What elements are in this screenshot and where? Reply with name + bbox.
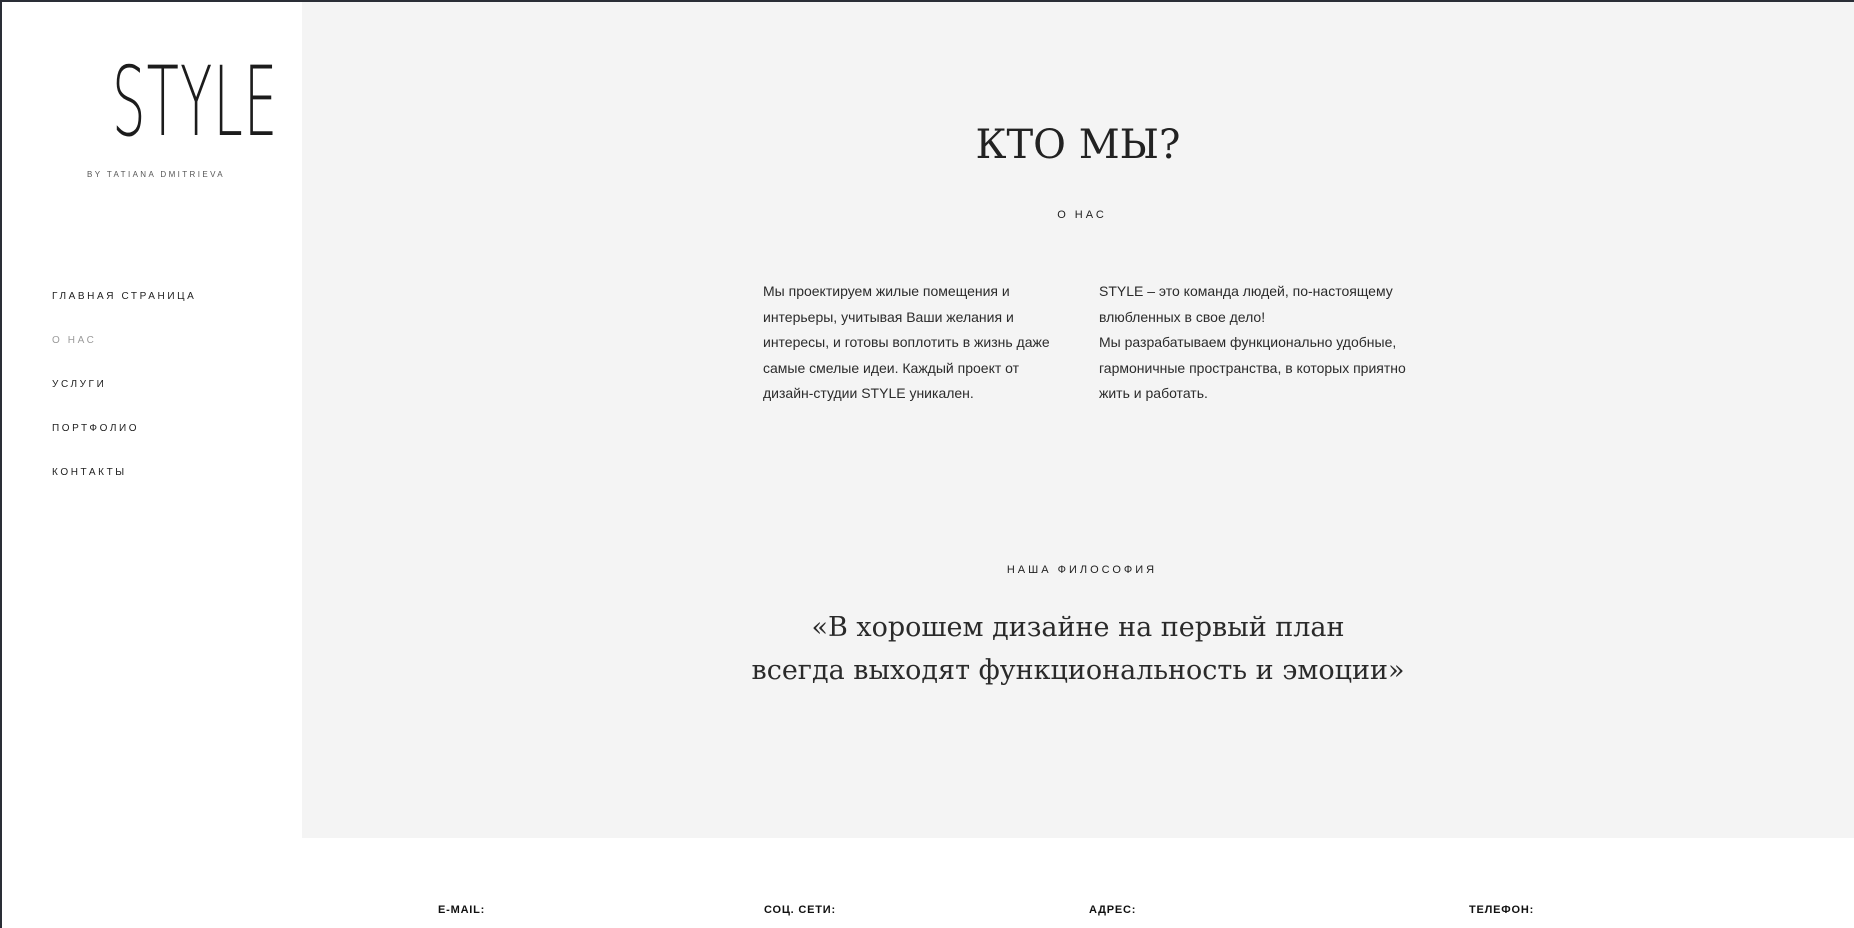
about-text-left: Мы проектируем жилые помещения и интерье… <box>763 283 1050 401</box>
nav-item-home[interactable]: ГЛАВНАЯ СТРАНИЦА <box>52 291 196 303</box>
philosophy-label: НАША ФИЛОСОФИЯ <box>1006 564 1158 576</box>
nav-item-contacts[interactable]: КОНТАКТЫ <box>52 467 196 479</box>
logo-tagline: BY TATIANA DMITRIEVA <box>87 170 225 179</box>
quote-line-2: всегда выходят функциональность и эмоции… <box>751 655 1405 686</box>
footer-phone-label: ТЕЛЕФОН: <box>1469 904 1535 916</box>
page-title: КТО МЫ? <box>975 122 1181 168</box>
logo[interactable]: STYLE BY TATIANA DMITRIEVA <box>76 50 277 185</box>
about-text-right: STYLE – это команда людей, по-настоящему… <box>1099 279 1409 407</box>
nav-item-services[interactable]: УСЛУГИ <box>52 379 196 391</box>
about-section: КТО МЫ? О НАС Мы проектируем жилые помещ… <box>302 2 1854 838</box>
nav-item-about[interactable]: О НАС <box>52 335 196 347</box>
footer: E-MAIL: СОЦ. СЕТИ: АДРЕС: ТЕЛЕФОН: <box>302 838 1854 928</box>
nav-item-portfolio[interactable]: ПОРТФОЛИО <box>52 423 196 435</box>
sidebar: STYLE BY TATIANA DMITRIEVA ГЛАВНАЯ СТРАН… <box>2 2 302 928</box>
about-text-right-line2: Мы разрабатываем функционально удобные, … <box>1099 334 1406 401</box>
quote-line-1: «В хорошем дизайне на первый план <box>811 612 1345 643</box>
footer-social-label: СОЦ. СЕТИ: <box>764 904 836 916</box>
about-text-right-line1: STYLE – это команда людей, по-настоящему… <box>1099 283 1393 325</box>
philosophy-quote: «В хорошем дизайне на первый план всегда… <box>302 606 1854 692</box>
main-nav: ГЛАВНАЯ СТРАНИЦА О НАС УСЛУГИ ПОРТФОЛИО … <box>52 291 196 511</box>
logo-wordmark: STYLE <box>112 46 279 158</box>
section-subtitle: О НАС <box>1057 209 1107 221</box>
footer-email-label: E-MAIL: <box>438 904 486 916</box>
footer-address-label: АДРЕС: <box>1089 904 1137 916</box>
